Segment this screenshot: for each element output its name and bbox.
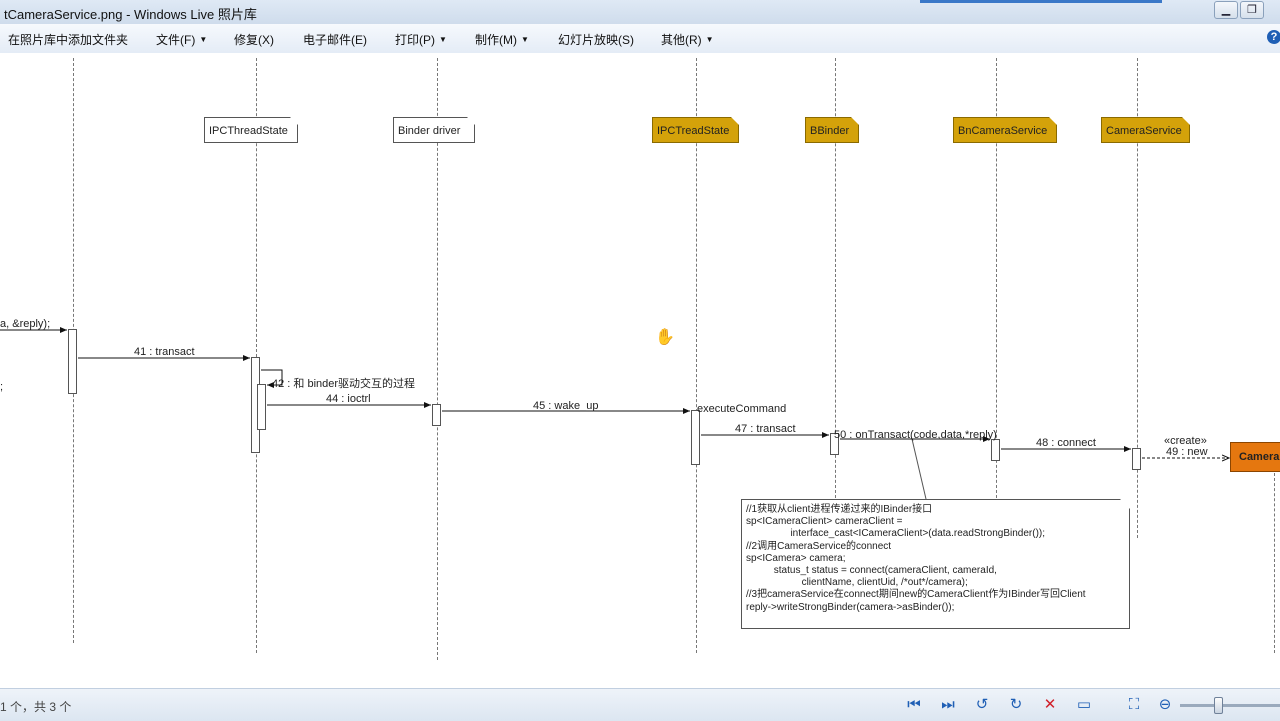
message-47-label: 47 : transact <box>735 423 796 435</box>
chevron-down-icon: ▼ <box>199 35 208 44</box>
message-45-label: 45 : wake_up <box>533 400 599 412</box>
zoom-slider-thumb[interactable] <box>1214 697 1223 714</box>
chevron-down-icon: ▼ <box>521 35 529 44</box>
menu-bar: 在照片库中添加文件夹 文件(F) ▼ 修复(X) 电子邮件(E) 打印(P) ▼ 制… <box>0 24 1280 54</box>
window-title: tCameraService.png - Windows Live 照片库 <box>4 7 257 22</box>
help-icon[interactable]: ? <box>1267 30 1280 44</box>
menu-slideshow[interactable]: 幻灯片放映(S) <box>558 31 634 48</box>
title-bar: tCameraService.png - Windows Live 照片库 ▁ … <box>0 0 1280 25</box>
note-line: //3把cameraService在connect期间new的CameraCli… <box>746 589 1086 601</box>
message-50-label: 50 : onTransact(code,data,*reply) <box>834 429 997 441</box>
note-line: //1获取从client进程传递过来的IBinder接口 <box>746 504 933 515</box>
chevron-down-icon: ▼ <box>705 35 714 44</box>
rotate-left-icon[interactable]: ↺ <box>973 696 991 714</box>
message-48-label: 48 : connect <box>1036 437 1096 449</box>
message-42-label: 42 : 和 binder驱动交互的过程 <box>272 378 416 390</box>
rotate-right-icon[interactable]: ↻ <box>1007 696 1025 714</box>
photo-count-status: 1 个，共 3 个 <box>0 700 72 714</box>
restore-icon[interactable]: ❐ <box>1240 1 1264 19</box>
menu-email-label: 电子邮件(E) <box>303 33 367 47</box>
message-41-label: 41 : transact <box>134 346 195 358</box>
delete-icon[interactable]: ✕ <box>1041 696 1059 714</box>
note-line: clientName, clientUid, /*out*/camera); <box>746 577 968 589</box>
status-bar: 1 个，共 3 个 ⏮ ⏭ ↺ ↻ ✕ ▭ ⛶ ⊖ <box>0 688 1280 721</box>
menu-file[interactable]: 文件(F) ▼ <box>156 31 207 48</box>
menu-fix-label: 修复(X) <box>234 33 274 47</box>
menu-print-label: 打印(P) <box>395 33 435 47</box>
message-49-label: 49 : new <box>1166 446 1208 458</box>
note-line: reply->writeStrongBinder(camera->asBinde… <box>746 601 955 613</box>
previous-icon[interactable]: ⏮ <box>905 696 923 714</box>
note-line: sp<ICameraClient> cameraClient = <box>746 516 903 528</box>
message-46-label: executeCommand <box>697 403 787 415</box>
fold-corner <box>1120 499 1130 509</box>
hand-cursor-icon: ✋ <box>655 329 675 346</box>
edge-fragment: ; <box>0 381 4 393</box>
chevron-down-icon: ▼ <box>439 35 447 44</box>
note-line: sp<ICamera> camera; <box>746 552 846 564</box>
next-icon[interactable]: ⏭ <box>939 696 957 714</box>
menu-file-label: 文件(F) <box>156 33 196 47</box>
menu-print[interactable]: 打印(P) ▼ <box>395 31 447 48</box>
title-accent-strip <box>920 0 1162 3</box>
zoom-slider-track[interactable] <box>1180 704 1280 707</box>
note-line: interface_cast<ICameraClient>(data.readS… <box>746 528 1046 540</box>
menu-make-label: 制作(M) <box>475 33 517 47</box>
code-note: //1获取从client进程传递过来的IBinder接口 sp<ICameraC… <box>741 499 1130 629</box>
zoom-out-icon[interactable]: ⊖ <box>1156 696 1174 714</box>
menu-fix[interactable]: 修复(X) <box>234 31 274 48</box>
message-44-label: 44 : ioctrl <box>326 393 371 405</box>
note-line: //2调用CameraService的connect <box>746 540 892 552</box>
menu-other[interactable]: 其他(R) ▼ <box>661 31 714 48</box>
slideshow-icon[interactable]: ▭ <box>1075 696 1093 714</box>
menu-add-folder-label: 在照片库中添加文件夹 <box>8 33 129 47</box>
message-40-label: a, &reply); <box>0 318 51 330</box>
note-anchor-line <box>911 438 927 500</box>
menu-slideshow-label: 幻灯片放映(S) <box>558 33 634 47</box>
menu-other-label: 其他(R) <box>661 33 702 47</box>
fit-to-window-icon[interactable]: ⛶ <box>1125 696 1143 714</box>
menu-add-folder[interactable]: 在照片库中添加文件夹 <box>8 31 128 48</box>
note-line: status_t status = connect(cameraClient, … <box>746 565 997 577</box>
photo-canvas: IPCThreadState Binder driver IPCTreadSta… <box>0 53 1280 688</box>
menu-email[interactable]: 电子邮件(E) <box>303 31 367 48</box>
minimize-icon[interactable]: ▁ <box>1214 1 1238 19</box>
menu-make[interactable]: 制作(M) ▼ <box>475 31 529 48</box>
